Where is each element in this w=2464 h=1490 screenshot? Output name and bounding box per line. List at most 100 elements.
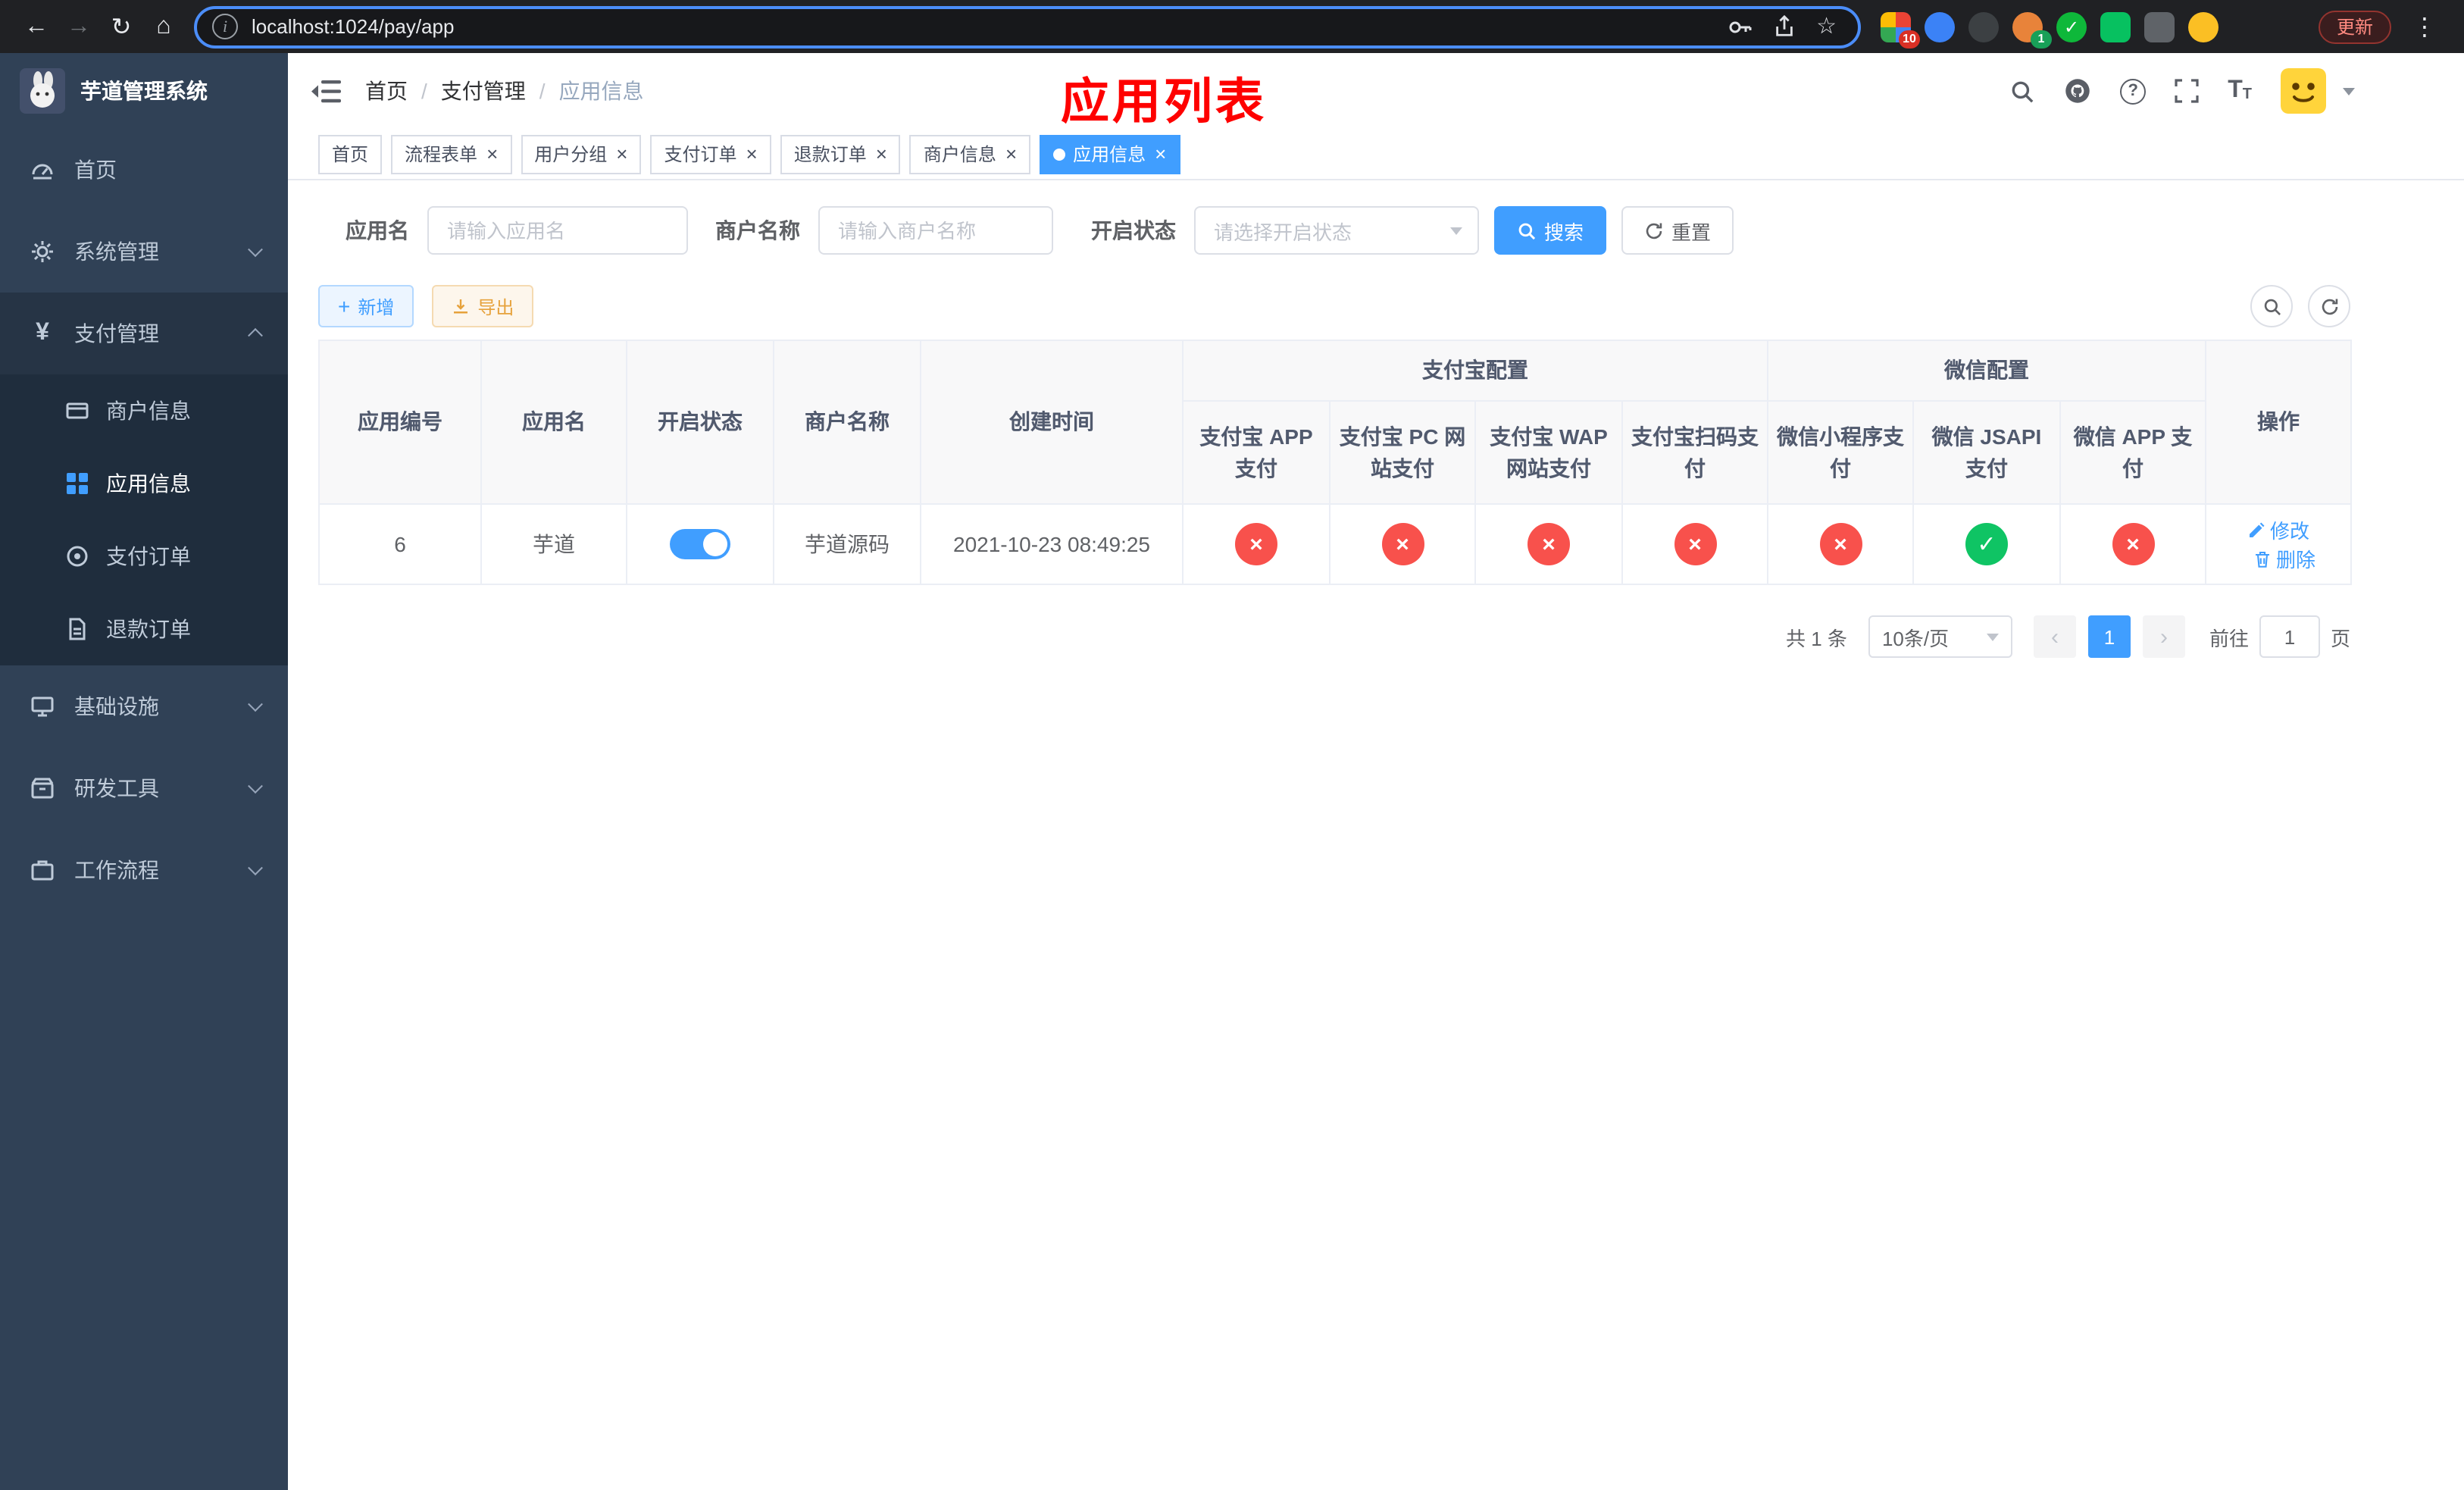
select-caret-icon xyxy=(1986,633,1999,640)
edit-link[interactable]: 修改 xyxy=(2247,515,2309,544)
toggle-search-button[interactable] xyxy=(2250,285,2293,327)
tab-refund-orders[interactable]: 退款订单 × xyxy=(780,134,901,174)
sidebar-item-payment-orders[interactable]: 支付订单 xyxy=(0,520,288,593)
back-icon[interactable]: ← xyxy=(15,5,58,48)
grid-icon xyxy=(65,471,89,496)
user-avatar[interactable] xyxy=(2281,68,2326,114)
caret-down-icon[interactable] xyxy=(2343,87,2355,95)
export-button[interactable]: 导出 xyxy=(432,285,534,327)
address-bar[interactable]: i localhost:1024/pay/app ☆ xyxy=(194,5,1861,48)
payment-submenu: 商户信息 应用信息 支付订单 退款订单 xyxy=(0,374,288,665)
extension-icon[interactable]: 1 xyxy=(2012,11,2052,48)
goto-page-input[interactable] xyxy=(2259,615,2320,658)
extension-icon[interactable] xyxy=(2100,11,2131,42)
add-button[interactable]: + 新增 xyxy=(318,285,414,327)
tab-close-icon[interactable]: × xyxy=(486,144,498,164)
tab-payment-orders[interactable]: 支付订单 × xyxy=(650,134,771,174)
cell-status xyxy=(626,503,774,585)
active-tab-dot xyxy=(1053,148,1066,160)
logo-row[interactable]: 芋道管理系统 xyxy=(0,53,288,129)
tab-close-icon[interactable]: × xyxy=(616,144,627,164)
forward-icon[interactable]: → xyxy=(58,5,100,48)
tab-close-icon[interactable]: × xyxy=(1155,144,1166,164)
fullscreen-icon[interactable] xyxy=(2175,79,2199,103)
table-toolbar: + 新增 导出 xyxy=(288,285,2464,327)
tab-close-icon[interactable]: × xyxy=(876,144,887,164)
col-header-wechat-app: 微信 APP 支付 xyxy=(2059,400,2207,505)
sidebar-item-workflow[interactable]: 工作流程 xyxy=(0,829,288,911)
data-table: 应用编号 应用名 开启状态 商户名称 创建时间 支付宝配置 微信配置 操作 支付… xyxy=(318,340,2353,585)
tab-process-form[interactable]: 流程表单 × xyxy=(391,134,512,174)
sidebar-item-refund-orders[interactable]: 退款订单 xyxy=(0,593,288,665)
breadcrumb-current: 应用信息 xyxy=(558,79,644,103)
sidebar-item-payment[interactable]: ¥ 支付管理 xyxy=(0,293,288,374)
sidebar-item-app-info[interactable]: 应用信息 xyxy=(0,447,288,520)
col-header-alipay-qr: 支付宝扫码支付 xyxy=(1621,400,1768,505)
share-icon[interactable] xyxy=(1772,15,1795,38)
key-icon[interactable] xyxy=(1727,14,1751,39)
merchant-name-input[interactable] xyxy=(818,206,1053,255)
tab-app-info[interactable]: 应用信息 × xyxy=(1040,134,1180,174)
col-header-alipay-pc: 支付宝 PC 网站支付 xyxy=(1329,400,1476,505)
sidebar-item-dev-tools[interactable]: 研发工具 xyxy=(0,747,288,829)
github-icon[interactable] xyxy=(2064,77,2091,105)
col-group-alipay: 支付宝配置 xyxy=(1182,340,1768,402)
tab-merchant-info[interactable]: 商户信息 × xyxy=(909,134,1031,174)
tab-user-group[interactable]: 用户分组 × xyxy=(521,134,642,174)
merchant-name-label: 商户名称 xyxy=(715,218,800,243)
cell-alipay-qr: × xyxy=(1621,503,1768,585)
breadcrumb-payment[interactable]: 支付管理 xyxy=(441,76,526,106)
chevron-down-icon xyxy=(248,242,263,258)
extension-icon[interactable]: 10 xyxy=(1881,11,1920,48)
bookmark-star-icon[interactable]: ☆ xyxy=(1816,15,1837,38)
tab-home[interactable]: 首页 xyxy=(318,134,383,174)
search-button[interactable]: 搜索 xyxy=(1494,206,1607,255)
prev-page-button[interactable]: ‹ xyxy=(2033,615,2076,658)
annotation-title: 应用列表 xyxy=(1061,74,1268,129)
extensions-area: 10 1 ✓ xyxy=(1881,11,2219,48)
briefcase-icon xyxy=(30,858,55,882)
sidebar-item-system[interactable]: 系统管理 xyxy=(0,211,288,293)
font-size-icon[interactable]: TT xyxy=(2228,78,2252,103)
browser-menu-icon[interactable]: ⋮ xyxy=(2403,5,2446,48)
sidebar-item-infrastructure[interactable]: 基础设施 xyxy=(0,665,288,747)
app-name-input[interactable] xyxy=(427,206,688,255)
extension-badge: 1 xyxy=(2031,30,2052,48)
status-cross-icon: × xyxy=(1819,523,1862,565)
cell-wechat-mini: × xyxy=(1767,503,1914,585)
status-select[interactable]: 请选择开启状态 xyxy=(1194,206,1479,255)
sidebar-item-home[interactable]: 首页 xyxy=(0,129,288,211)
target-icon xyxy=(65,544,89,568)
hamburger-icon[interactable] xyxy=(311,78,341,104)
page-header: 首页 / 支付管理 / 应用信息 应用列表 ? TT xyxy=(288,53,2464,129)
page-size-select[interactable]: 10条/页 xyxy=(1868,615,2012,658)
status-cross-icon: × xyxy=(2112,523,2154,565)
status-check-icon: ✓ xyxy=(1965,523,2008,565)
chevron-down-icon xyxy=(248,696,263,712)
extensions-puzzle-icon[interactable] xyxy=(2144,11,2175,42)
reload-icon[interactable]: ↻ xyxy=(100,5,142,48)
refresh-button[interactable] xyxy=(2308,285,2350,327)
profile-avatar-icon[interactable] xyxy=(2188,11,2219,42)
help-icon[interactable]: ? xyxy=(2120,78,2147,104)
extension-icon[interactable]: ✓ xyxy=(2056,11,2087,42)
delete-link[interactable]: 删除 xyxy=(2253,544,2315,573)
update-button[interactable]: 更新 xyxy=(2318,10,2391,43)
next-page-button[interactable]: › xyxy=(2142,615,2185,658)
breadcrumb-home[interactable]: 首页 xyxy=(365,76,408,106)
home-icon[interactable]: ⌂ xyxy=(142,5,185,48)
info-icon[interactable]: i xyxy=(212,14,238,39)
url-text[interactable]: localhost:1024/pay/app xyxy=(252,15,454,38)
chevron-up-icon xyxy=(248,327,263,343)
extension-icon[interactable] xyxy=(1968,11,1999,42)
sidebar-item-merchant-info[interactable]: 商户信息 xyxy=(0,374,288,447)
extension-icon[interactable] xyxy=(1925,11,1955,42)
search-icon[interactable] xyxy=(2009,78,2035,104)
enable-toggle[interactable] xyxy=(670,529,730,559)
search-form: 应用名 商户名称 开启状态 请选择开启状态 搜索 重置 xyxy=(288,206,2464,255)
tab-close-icon[interactable]: × xyxy=(746,144,758,164)
reset-button[interactable]: 重置 xyxy=(1621,206,1734,255)
status-cross-icon: × xyxy=(1235,523,1277,565)
page-number-button[interactable]: 1 xyxy=(2087,615,2131,658)
tab-close-icon[interactable]: × xyxy=(1005,144,1017,164)
